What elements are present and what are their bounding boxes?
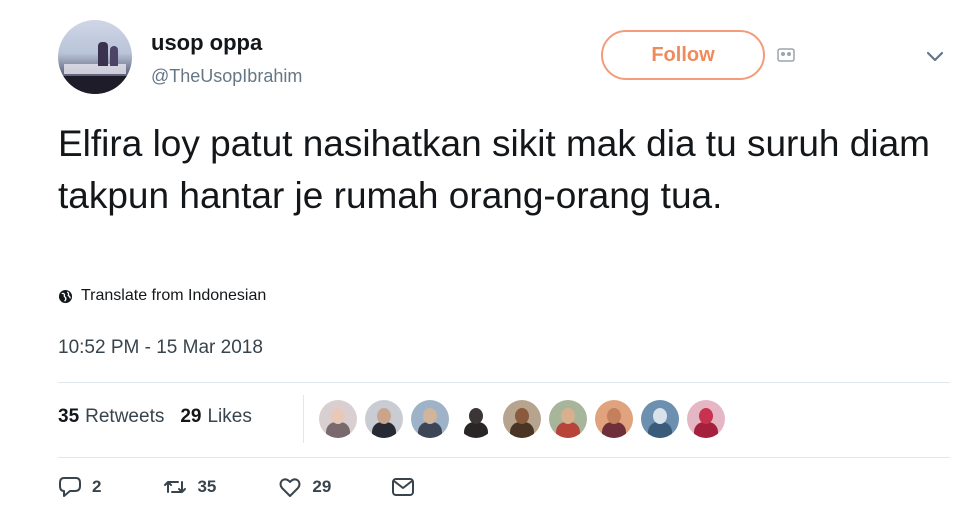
envelope-icon <box>392 478 415 496</box>
likers-list <box>319 400 733 438</box>
divider <box>58 382 950 383</box>
like-count: 29 <box>312 477 332 496</box>
tweet-text: Elfira loy patut nasihatkan sikit mak di… <box>58 123 930 216</box>
retweets-count[interactable]: 35 <box>58 406 79 428</box>
liker-avatar[interactable] <box>319 400 357 438</box>
retweet-icon <box>164 481 187 493</box>
liker-avatar[interactable] <box>457 400 495 438</box>
tweet-stats: 35 Retweets 29 Likes <box>58 406 252 428</box>
reply-count: 2 <box>92 477 102 496</box>
liker-avatar[interactable] <box>411 400 449 438</box>
video-icon[interactable] <box>777 47 795 63</box>
retweet-button[interactable]: 35 <box>163 476 216 498</box>
stats-separator <box>303 395 304 443</box>
tweet-actions: 2 35 29 <box>58 476 415 498</box>
follow-button[interactable]: Follow <box>601 30 765 80</box>
liker-avatar[interactable] <box>595 400 633 438</box>
globe-icon <box>58 289 73 303</box>
likes-label[interactable]: Likes <box>207 406 251 428</box>
reply-icon <box>59 477 81 497</box>
chevron-down-icon[interactable] <box>925 50 945 64</box>
retweet-count: 35 <box>197 477 217 496</box>
display-name[interactable]: usop oppa <box>151 30 262 56</box>
liker-avatar[interactable] <box>641 400 679 438</box>
retweets-label[interactable]: Retweets <box>85 406 164 428</box>
reply-button[interactable]: 2 <box>58 476 101 498</box>
liker-avatar[interactable] <box>503 400 541 438</box>
user-handle[interactable]: @TheUsopIbrahim <box>151 66 302 87</box>
tweet-timestamp[interactable]: 10:52 PM - 15 Mar 2018 <box>58 337 263 359</box>
like-button[interactable]: 29 <box>278 476 331 498</box>
liker-avatar[interactable] <box>687 400 725 438</box>
direct-message-button[interactable] <box>391 476 415 498</box>
user-avatar[interactable] <box>58 20 132 94</box>
likes-count[interactable]: 29 <box>180 406 201 428</box>
liker-avatar[interactable] <box>549 400 587 438</box>
translate-label[interactable]: Translate from Indonesian <box>81 287 266 305</box>
liker-avatar[interactable] <box>365 400 403 438</box>
heart-icon <box>279 478 301 497</box>
translate-link[interactable]: Translate from Indonesian <box>58 287 266 305</box>
divider <box>58 457 950 458</box>
